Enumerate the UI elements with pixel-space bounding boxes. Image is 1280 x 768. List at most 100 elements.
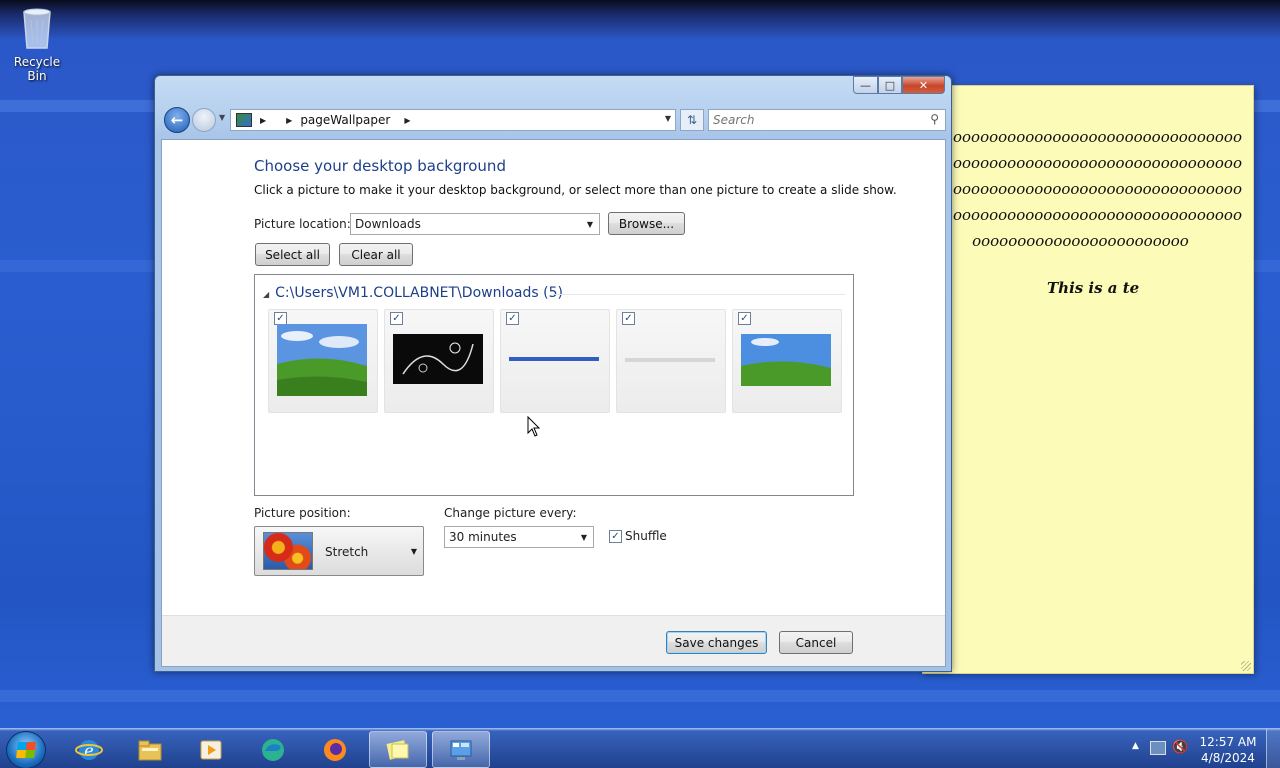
wallpaper-thumbnail[interactable]: ✓ bbox=[500, 309, 610, 413]
chevron-down-icon: ▼ bbox=[580, 533, 587, 542]
sticky-note[interactable]: oooooooooooooooooooooooooooooooo ooooooo… bbox=[922, 85, 1254, 674]
refresh-icon: ⇅ bbox=[686, 113, 698, 127]
scribble-line: oooooooooooooooooooooooooooooooo bbox=[953, 180, 1242, 198]
picture-location-label: Picture location: bbox=[254, 217, 351, 231]
chevron-down-icon: ▼ bbox=[586, 220, 593, 229]
cancel-button[interactable]: Cancel bbox=[779, 631, 853, 654]
sticky-notes-icon bbox=[386, 739, 409, 760]
maximize-icon: □ bbox=[884, 78, 896, 92]
change-picture-label: Change picture every: bbox=[444, 506, 577, 520]
media-player-icon bbox=[200, 740, 222, 759]
firefox-icon bbox=[324, 738, 346, 761]
picture-position-value: Stretch bbox=[325, 545, 369, 559]
client-area: Choose your desktop background Click a p… bbox=[161, 139, 946, 667]
white-bar-thumbnail-image bbox=[625, 358, 715, 362]
picture-location-select[interactable]: Downloads ▼ bbox=[350, 213, 600, 235]
blue-bar-thumbnail-image bbox=[509, 357, 599, 361]
internet-explorer-icon: e bbox=[75, 739, 103, 760]
page-description: Click a picture to make it your desktop … bbox=[254, 183, 897, 197]
arrow-left-icon: ← bbox=[170, 111, 184, 129]
shuffle-checkbox[interactable]: ✓ bbox=[609, 530, 622, 543]
browse-button[interactable]: Browse... bbox=[608, 212, 685, 235]
control-panel-icon bbox=[450, 740, 472, 760]
scribble-line: oooooooooooooooooooooooooooooooo bbox=[953, 128, 1242, 146]
taskbar-edge[interactable] bbox=[244, 731, 302, 768]
clock[interactable]: 12:57 AM 4/8/2024 bbox=[1196, 734, 1260, 766]
picture-gallery[interactable]: ◢ C:\Users\VM1.COLLABNET\Downloads (5) ✓ … bbox=[254, 274, 854, 496]
folder-group-header[interactable]: ◢ C:\Users\VM1.COLLABNET\Downloads (5) bbox=[263, 285, 563, 301]
clock-time: 12:57 AM bbox=[1199, 735, 1257, 749]
recycle-bin-label: Recycle Bin bbox=[13, 55, 61, 83]
svg-text:e: e bbox=[84, 741, 93, 760]
wallpaper-stripe bbox=[0, 690, 1280, 702]
scribble-line: oooooooooooooooooooooooo bbox=[953, 232, 1189, 250]
search-box[interactable]: ⚲ bbox=[708, 109, 946, 131]
folder-path: C:\Users\VM1.COLLABNET\Downloads (5) bbox=[275, 285, 563, 301]
picture-location-value: Downloads bbox=[355, 217, 421, 231]
address-bar[interactable]: ▶ ▶ pageWallpaper ▶ ▼ bbox=[230, 109, 676, 131]
show-hidden-icons-icon[interactable]: ▲ bbox=[1132, 741, 1139, 751]
select-all-button[interactable]: Select all bbox=[255, 243, 330, 266]
desktop-background-window: — □ ✕ ← ▼ ▶ ▶ pageWallpaper ▶ ▼ ⇅ ⚲ Choo… bbox=[154, 75, 952, 672]
file-explorer-icon bbox=[138, 740, 162, 760]
clock-date: 4/8/2024 bbox=[1201, 751, 1255, 765]
wallpaper-thumbnail[interactable]: ✓ bbox=[268, 309, 378, 413]
volume-muted-icon[interactable]: 🔇 bbox=[1172, 740, 1188, 755]
wallpaper-thumbnail[interactable]: ✓ bbox=[732, 309, 842, 413]
show-desktop-button[interactable] bbox=[1266, 729, 1280, 768]
page-title: Choose your desktop background bbox=[254, 157, 506, 175]
bliss-thumbnail-image bbox=[277, 324, 367, 396]
taskbar-media-player[interactable] bbox=[182, 731, 240, 768]
picture-position-select[interactable]: Stretch ▼ bbox=[254, 526, 424, 576]
dark-swirl-thumbnail-image bbox=[393, 334, 483, 384]
control-panel-icon bbox=[236, 113, 252, 127]
chevron-down-icon: ▼ bbox=[410, 547, 417, 556]
start-button[interactable] bbox=[6, 731, 46, 768]
save-changes-button[interactable]: Save changes bbox=[666, 631, 767, 654]
caption-buttons: — □ ✕ bbox=[853, 76, 945, 94]
breadcrumb-pagewallpaper[interactable]: pageWallpaper bbox=[300, 113, 390, 127]
shuffle-label[interactable]: Shuffle bbox=[625, 529, 667, 543]
search-input[interactable] bbox=[709, 110, 909, 130]
chevron-right-icon[interactable]: ▶ bbox=[260, 116, 266, 125]
dialog-footer: Save changes Cancel bbox=[162, 615, 945, 666]
address-dropdown-icon[interactable]: ▼ bbox=[665, 114, 671, 123]
back-button[interactable]: ← bbox=[164, 107, 190, 133]
forward-button[interactable] bbox=[192, 108, 216, 132]
chevron-right-icon[interactable]: ▶ bbox=[286, 116, 292, 125]
sticky-scribble: oooooooooooooooooooooooooooooooo ooooooo… bbox=[953, 124, 1253, 254]
taskbar-firefox[interactable] bbox=[306, 731, 364, 768]
taskbar-file-explorer[interactable] bbox=[121, 731, 179, 768]
recycle-bin[interactable]: Recycle Bin bbox=[4, 6, 70, 83]
refresh-button[interactable]: ⇅ bbox=[680, 109, 704, 131]
collapse-triangle-icon[interactable]: ◢ bbox=[263, 290, 269, 299]
recycle-bin-icon bbox=[23, 8, 51, 49]
close-button[interactable]: ✕ bbox=[902, 76, 945, 94]
navigation-bar: ← ▼ ▶ ▶ pageWallpaper ▶ ▼ ⇅ ⚲ bbox=[162, 106, 946, 134]
close-icon: ✕ bbox=[918, 78, 929, 92]
wallpaper-thumbnail[interactable]: ✓ bbox=[616, 309, 726, 413]
taskbar-internet-explorer[interactable]: e bbox=[60, 731, 118, 768]
scribble-line: oooooooooooooooooooooooooooooooo bbox=[953, 206, 1242, 224]
maximize-button[interactable]: □ bbox=[878, 76, 902, 94]
bliss-thumbnail-image bbox=[741, 334, 831, 386]
sticky-note-text[interactable]: This is a te bbox=[1047, 279, 1139, 297]
minimize-icon: — bbox=[860, 78, 871, 92]
clear-all-button[interactable]: Clear all bbox=[339, 243, 413, 266]
resize-grip[interactable] bbox=[1241, 661, 1251, 671]
mouse-cursor-icon bbox=[527, 416, 541, 437]
edge-icon bbox=[262, 738, 284, 761]
change-interval-select[interactable]: 30 minutes ▼ bbox=[444, 526, 594, 548]
network-icon[interactable] bbox=[1150, 741, 1166, 755]
windows-logo-icon bbox=[16, 742, 36, 758]
change-interval-value: 30 minutes bbox=[449, 530, 517, 544]
minimize-button[interactable]: — bbox=[853, 76, 878, 94]
search-icon[interactable]: ⚲ bbox=[930, 112, 939, 126]
taskbar-sticky-notes[interactable] bbox=[369, 731, 427, 768]
picture-position-label: Picture position: bbox=[254, 506, 351, 520]
recent-pages-dropdown[interactable]: ▼ bbox=[219, 113, 225, 122]
chevron-right-icon[interactable]: ▶ bbox=[404, 116, 410, 125]
position-preview-image bbox=[263, 532, 313, 570]
wallpaper-thumbnail[interactable]: ✓ bbox=[384, 309, 494, 413]
taskbar-control-panel[interactable] bbox=[432, 731, 490, 768]
